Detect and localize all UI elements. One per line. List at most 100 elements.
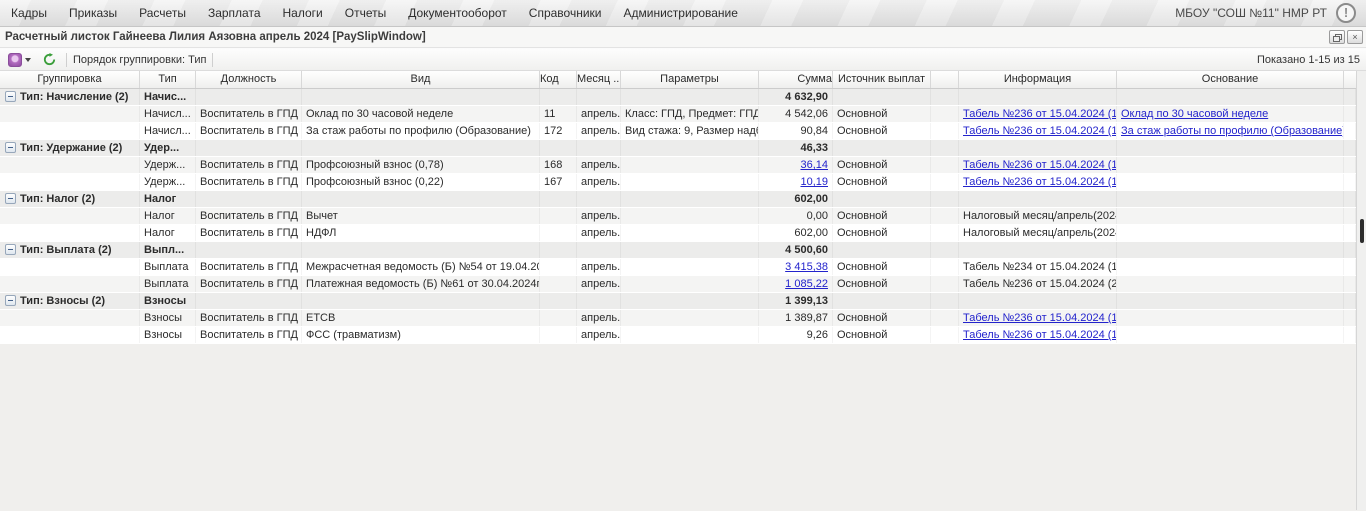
cell-basis: Оклад по 30 часовой неделе bbox=[1117, 106, 1344, 122]
group-row[interactable]: Тип: Начисление (2)Начис...4 632,90 bbox=[0, 89, 1356, 106]
cell-source bbox=[833, 242, 931, 258]
exclamation-circle-icon[interactable]: ! bbox=[1336, 3, 1356, 23]
vertical-scrollbar[interactable] bbox=[1356, 71, 1366, 510]
cell-group bbox=[0, 259, 140, 275]
sum-link[interactable]: 10,19 bbox=[800, 176, 828, 188]
cell-tail bbox=[1344, 225, 1356, 241]
refresh-button[interactable] bbox=[39, 51, 60, 68]
group-row[interactable]: Тип: Выплата (2)Выпл...4 500,60 bbox=[0, 242, 1356, 259]
column-header-code[interactable]: Код bbox=[540, 71, 577, 88]
menu-item-8[interactable]: Справочники bbox=[518, 1, 613, 25]
column-header-tail[interactable] bbox=[1344, 71, 1356, 88]
table-row[interactable]: Удерж...Воспитатель в ГПДПрофсоюзный взн… bbox=[0, 174, 1356, 191]
column-header-type[interactable]: Тип bbox=[140, 71, 196, 88]
cell-group: Тип: Удержание (2) bbox=[0, 140, 140, 156]
column-header-position[interactable]: Должность bbox=[196, 71, 302, 88]
cell-source: Основной bbox=[833, 174, 931, 190]
menu-item-9[interactable]: Администрирование bbox=[613, 1, 749, 25]
column-header-blank[interactable] bbox=[931, 71, 959, 88]
column-header-info[interactable]: Информация bbox=[959, 71, 1117, 88]
cell-sum: 602,00 bbox=[759, 225, 833, 241]
column-header-kind[interactable]: Вид bbox=[302, 71, 540, 88]
cell-params bbox=[621, 276, 759, 292]
cell-group bbox=[0, 276, 140, 292]
table-row[interactable]: ВыплатаВоспитатель в ГПДПлатежная ведомо… bbox=[0, 276, 1356, 293]
info-link[interactable]: Табель №236 от 15.04.2024 (14 ... bbox=[963, 125, 1117, 137]
menu-item-5[interactable]: Налоги bbox=[272, 1, 334, 25]
cell-tail bbox=[1344, 310, 1356, 326]
cell-code bbox=[540, 327, 577, 343]
cell-group: Тип: Налог (2) bbox=[0, 191, 140, 207]
column-header-basis[interactable]: Основание bbox=[1117, 71, 1344, 88]
cell-position: Воспитатель в ГПД bbox=[196, 157, 302, 173]
cell-info: Табель №236 от 15.04.2024 (14 ... bbox=[959, 106, 1117, 122]
table-row[interactable]: Начисл...Воспитатель в ГПДОклад по 30 ча… bbox=[0, 106, 1356, 123]
collapse-icon[interactable] bbox=[5, 142, 16, 153]
cell-basis bbox=[1117, 191, 1344, 207]
scrollbar-thumb[interactable] bbox=[1360, 219, 1364, 243]
cell-code: 11 bbox=[540, 106, 577, 122]
cell-sum: 602,00 bbox=[759, 191, 833, 207]
table-row[interactable]: НалогВоспитатель в ГПДВычетапрель...0,00… bbox=[0, 208, 1356, 225]
info-link[interactable]: Табель №236 от 15.04.2024 (14 ... bbox=[963, 329, 1117, 341]
table-row[interactable]: Начисл...Воспитатель в ГПДЗа стаж работы… bbox=[0, 123, 1356, 140]
cell-info: Табель №236 от 15.04.2024 (14 ... bbox=[959, 310, 1117, 326]
menu-item-6[interactable]: Отчеты bbox=[334, 1, 397, 25]
cell-source bbox=[833, 191, 931, 207]
grouping-order: Порядок группировки: Тип bbox=[73, 54, 206, 66]
column-header-params[interactable]: Параметры bbox=[621, 71, 759, 88]
column-header-group[interactable]: Группировка bbox=[0, 71, 140, 88]
cell-month: апрель... bbox=[577, 276, 621, 292]
group-row[interactable]: Тип: Взносы (2)Взносы1 399,13 bbox=[0, 293, 1356, 310]
grouping-value[interactable]: Тип bbox=[188, 54, 206, 66]
menubar-right: МБОУ "СОШ №11" НМР РТ ! bbox=[1175, 3, 1366, 23]
info-link[interactable]: Табель №236 от 15.04.2024 (14 ... bbox=[963, 108, 1117, 120]
column-header-sum[interactable]: Сумма bbox=[759, 71, 833, 88]
cell-type: Взносы bbox=[140, 310, 196, 326]
info-link[interactable]: Табель №236 от 15.04.2024 (14 ... bbox=[963, 159, 1117, 171]
basis-link[interactable]: За стаж работы по профилю (Образование) bbox=[1121, 125, 1344, 137]
collapse-icon[interactable] bbox=[5, 91, 16, 102]
cell-kind bbox=[302, 242, 540, 258]
actions-menu-button[interactable] bbox=[4, 51, 35, 69]
table-row[interactable]: ВзносыВоспитатель в ГПДФСС (травматизм)а… bbox=[0, 327, 1356, 344]
table-row[interactable]: Удерж...Воспитатель в ГПДПрофсоюзный взн… bbox=[0, 157, 1356, 174]
cell-sum: 1 085,22 bbox=[759, 276, 833, 292]
cell-type: Удер... bbox=[140, 140, 196, 156]
basis-link[interactable]: Оклад по 30 часовой неделе bbox=[1121, 108, 1268, 120]
cell-tail bbox=[1344, 327, 1356, 343]
restore-window-button[interactable] bbox=[1329, 30, 1345, 44]
sum-link[interactable]: 36,14 bbox=[800, 159, 828, 171]
column-header-month[interactable]: Месяц ... bbox=[577, 71, 621, 88]
cell-code bbox=[540, 276, 577, 292]
cell-position: Воспитатель в ГПД bbox=[196, 106, 302, 122]
collapse-icon[interactable] bbox=[5, 244, 16, 255]
table-row[interactable]: ВыплатаВоспитатель в ГПДМежрасчетная вед… bbox=[0, 259, 1356, 276]
info-link[interactable]: Табель №236 от 15.04.2024 (14 ... bbox=[963, 176, 1117, 188]
table-row[interactable]: НалогВоспитатель в ГПДНДФЛапрель...602,0… bbox=[0, 225, 1356, 242]
collapse-icon[interactable] bbox=[5, 295, 16, 306]
cell-group: Тип: Выплата (2) bbox=[0, 242, 140, 258]
menu-item-2[interactable]: Приказы bbox=[58, 1, 128, 25]
menu-item-1[interactable]: Кадры bbox=[0, 1, 58, 25]
cell-code: 172 bbox=[540, 123, 577, 139]
cell-month bbox=[577, 293, 621, 309]
sum-link[interactable]: 3 415,38 bbox=[785, 261, 828, 273]
menu-item-7[interactable]: Документооборот bbox=[397, 1, 518, 25]
cell-position bbox=[196, 293, 302, 309]
sum-link[interactable]: 1 085,22 bbox=[785, 278, 828, 290]
group-row[interactable]: Тип: Налог (2)Налог602,00 bbox=[0, 191, 1356, 208]
menu-item-4[interactable]: Зарплата bbox=[197, 1, 272, 25]
table-row[interactable]: ВзносыВоспитатель в ГПДЕТСВапрель...1 38… bbox=[0, 310, 1356, 327]
menu-item-3[interactable]: Расчеты bbox=[128, 1, 197, 25]
column-header-source[interactable]: Источник выплат bbox=[833, 71, 931, 88]
cell-sum: 36,14 bbox=[759, 157, 833, 173]
close-window-button[interactable]: × bbox=[1347, 30, 1363, 44]
collapse-icon[interactable] bbox=[5, 193, 16, 204]
info-link[interactable]: Табель №236 от 15.04.2024 (14 ... bbox=[963, 312, 1117, 324]
cell-sum: 4 500,60 bbox=[759, 242, 833, 258]
cell-position: Воспитатель в ГПД bbox=[196, 225, 302, 241]
group-row[interactable]: Тип: Удержание (2)Удер...46,33 bbox=[0, 140, 1356, 157]
cell-source: Основной bbox=[833, 225, 931, 241]
cell-basis bbox=[1117, 208, 1344, 224]
